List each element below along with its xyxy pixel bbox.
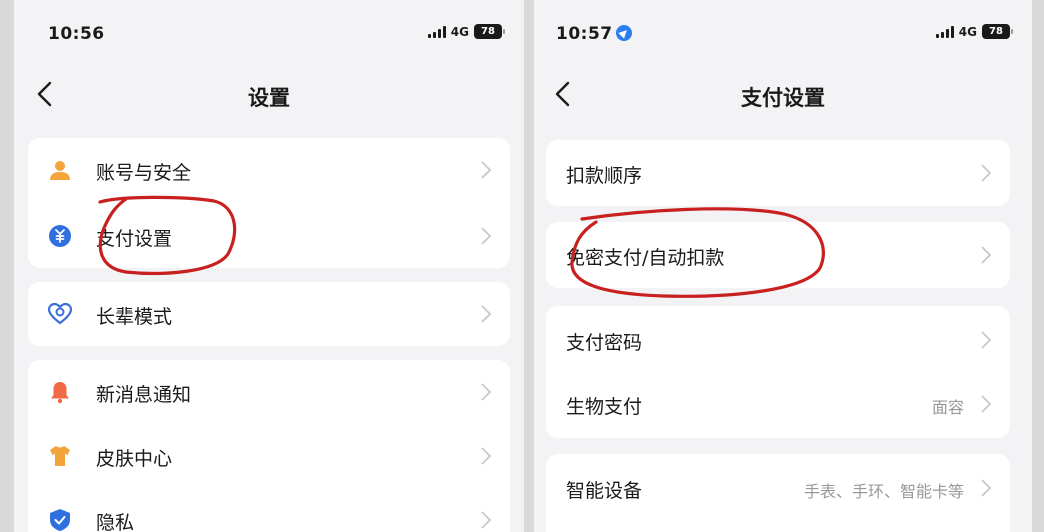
- settings-item-skin-center[interactable]: 皮肤中心: [28, 424, 510, 488]
- settings-item-notifications[interactable]: 新消息通知: [28, 360, 510, 424]
- settings-item-label: 长辈模式: [96, 306, 173, 328]
- status-time: 10:57: [556, 24, 632, 44]
- settings-item-label: 账号与安全: [96, 162, 192, 184]
- chevron-right-icon: [481, 161, 492, 179]
- settings-item-label: 皮肤中心: [96, 448, 173, 470]
- settings-item-payment[interactable]: 支付设置: [28, 204, 510, 268]
- payment-item-label: 智能设备: [566, 480, 643, 502]
- settings-item-label: 新消息通知: [96, 384, 192, 406]
- payment-group-order: 扣款顺序: [546, 140, 1010, 206]
- shirt-icon: [50, 446, 70, 466]
- page-title: 支付设置: [741, 86, 825, 110]
- status-time: 10:56: [48, 24, 105, 44]
- nav-bar: 支付设置: [534, 68, 1032, 120]
- chevron-right-icon: [481, 383, 492, 401]
- status-bar: 10:56 4G 78: [14, 0, 524, 60]
- payment-group-auto-deduct: 免密支付/自动扣款: [546, 222, 1010, 288]
- settings-item-privacy[interactable]: 隐私: [28, 488, 510, 532]
- payment-group-security: 支付密码 生物支付 面容: [546, 306, 1010, 438]
- settings-group-elder: 长辈模式: [28, 282, 510, 346]
- status-indicators: 4G 78: [935, 24, 1013, 39]
- settings-item-label: 隐私: [96, 512, 135, 532]
- payment-item-biometric[interactable]: 生物支付 面容: [546, 372, 1010, 436]
- signal-icon: [935, 25, 954, 38]
- battery-icon: 78: [982, 24, 1013, 39]
- settings-item-label: 支付设置: [96, 228, 173, 250]
- payment-settings-screen: 10:57 4G 78 支付设置 扣款顺序 免密支付/自动扣款 支付密码 生物支…: [534, 0, 1032, 532]
- status-time-text: 10:57: [556, 24, 613, 44]
- chevron-right-icon: [981, 164, 992, 182]
- network-type: 4G: [450, 24, 469, 39]
- heart-icon: [48, 302, 72, 325]
- payment-item-label: 支付密码: [566, 332, 643, 354]
- settings-item-elder-mode[interactable]: 长辈模式: [28, 282, 510, 346]
- stage: 10:56 4G 78 设置 账号与安全 支付设置 长辈模式 新消息通知 皮肤中…: [0, 0, 1044, 532]
- payment-group-devices: 智能设备 手表、手环、智能卡等: [546, 454, 1010, 532]
- chevron-right-icon: [981, 395, 992, 413]
- wallet-icon: [49, 225, 71, 247]
- chevron-right-icon: [481, 511, 492, 529]
- settings-group-account: 账号与安全 支付设置: [28, 138, 510, 268]
- chevron-right-icon: [481, 227, 492, 245]
- location-icon: [615, 25, 632, 41]
- status-bar: 10:57 4G 78: [534, 0, 1032, 60]
- payment-item-password[interactable]: 支付密码: [546, 308, 1010, 372]
- settings-group-general: 新消息通知 皮肤中心 隐私: [28, 360, 510, 532]
- chevron-right-icon: [981, 331, 992, 349]
- shield-icon: [50, 509, 70, 531]
- payment-item-label: 免密支付/自动扣款: [566, 247, 725, 269]
- status-indicators: 4G 78: [427, 24, 505, 39]
- nav-bar: 设置: [14, 68, 524, 120]
- chevron-right-icon: [981, 479, 992, 497]
- payment-item-value: 面容: [931, 398, 964, 417]
- signal-icon: [427, 25, 446, 38]
- payment-item-label: 生物支付: [566, 396, 643, 418]
- network-type: 4G: [958, 24, 977, 39]
- settings-item-account-security[interactable]: 账号与安全: [28, 138, 510, 202]
- payment-item-label: 扣款顺序: [566, 165, 643, 187]
- chevron-right-icon: [481, 447, 492, 465]
- battery-icon: 78: [474, 24, 505, 39]
- person-icon: [50, 161, 70, 180]
- chevron-right-icon: [481, 305, 492, 323]
- chevron-right-icon: [981, 246, 992, 264]
- payment-item-deduction-order[interactable]: 扣款顺序: [546, 141, 1010, 205]
- payment-item-smart-devices[interactable]: 智能设备 手表、手环、智能卡等: [546, 456, 1010, 520]
- settings-screen: 10:56 4G 78 设置 账号与安全 支付设置 长辈模式 新消息通知 皮肤中…: [14, 0, 524, 532]
- bell-icon: [51, 382, 69, 404]
- payment-item-passwordless[interactable]: 免密支付/自动扣款: [546, 223, 1010, 287]
- page-title: 设置: [248, 86, 290, 110]
- payment-item-value: 手表、手环、智能卡等: [803, 482, 964, 501]
